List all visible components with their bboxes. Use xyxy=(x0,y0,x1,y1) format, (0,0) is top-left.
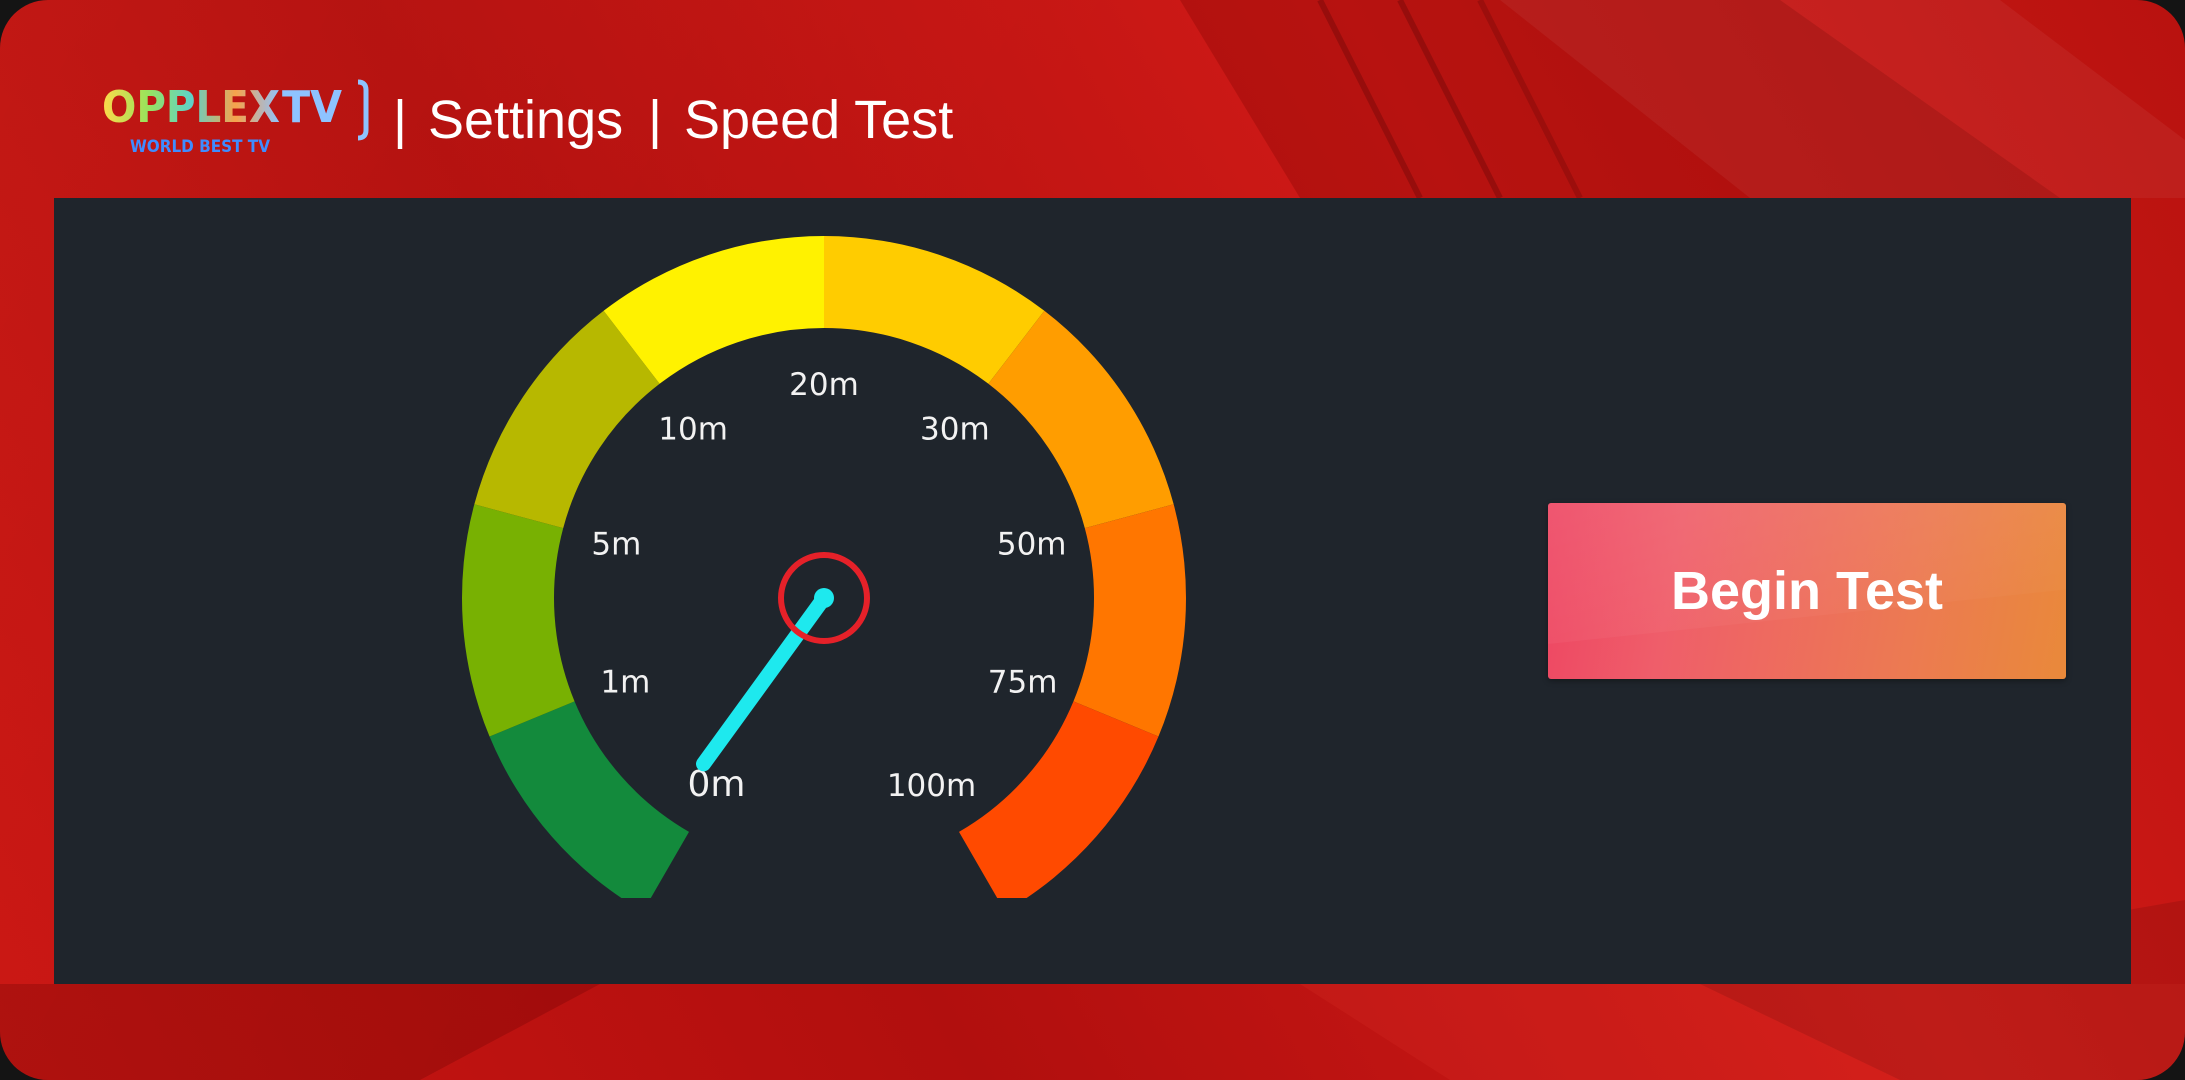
logo-brand-suffix: TV xyxy=(282,82,342,133)
logo-tv-bracket-icon xyxy=(357,79,369,141)
needle-pointer xyxy=(696,590,832,772)
gauge-tick-labels: 0m 1m 5m 10m 20m 30m 50m 75m 100m xyxy=(591,367,1066,805)
breadcrumb-separator: | xyxy=(648,90,663,150)
gauge-tick-label: 1m xyxy=(600,664,650,700)
speedometer-needle xyxy=(696,552,870,772)
gauge-band-8 xyxy=(959,701,1159,898)
begin-test-button[interactable]: Begin Test xyxy=(1548,503,2066,679)
gauge-tick-label: 5m xyxy=(591,526,641,562)
logo-tagline: WORLD BEST TV xyxy=(130,137,271,157)
gauge-band-2 xyxy=(462,504,575,737)
gauge-band-1 xyxy=(489,701,689,898)
breadcrumb-settings[interactable]: Settings xyxy=(428,86,623,154)
gauge-band-7 xyxy=(1073,504,1186,737)
gauge-tick-label: 100m xyxy=(887,768,976,804)
logo-brand: OPPLEX xyxy=(102,82,280,133)
opplex-tv-logo: OPPLEX TV WORLD BEST TV xyxy=(100,74,372,160)
needle-hub-cap xyxy=(814,588,834,608)
gauge-tick-label: 0m xyxy=(688,764,746,805)
gauge-tick-label: 10m xyxy=(658,411,728,447)
app-screen: OPPLEX TV WORLD BEST TV | Settings | Spe… xyxy=(0,0,2185,1080)
begin-test-label: Begin Test xyxy=(1670,561,1944,621)
breadcrumb-separator: | xyxy=(393,90,408,150)
gauge-tick-label: 30m xyxy=(920,411,990,447)
gauge-tick-label: 50m xyxy=(997,526,1067,562)
speed-test-panel: 0m 1m 5m 10m 20m 30m 50m 75m 100m Begin Test xyxy=(54,198,2131,984)
gauge-tick-label: 75m xyxy=(988,664,1058,700)
gauge-tick-label: 20m xyxy=(789,367,859,403)
gauge-color-bands xyxy=(462,236,1186,898)
speedometer-gauge: 0m 1m 5m 10m 20m 30m 50m 75m 100m xyxy=(462,236,1186,898)
breadcrumb-speed-test: Speed Test xyxy=(684,90,954,150)
